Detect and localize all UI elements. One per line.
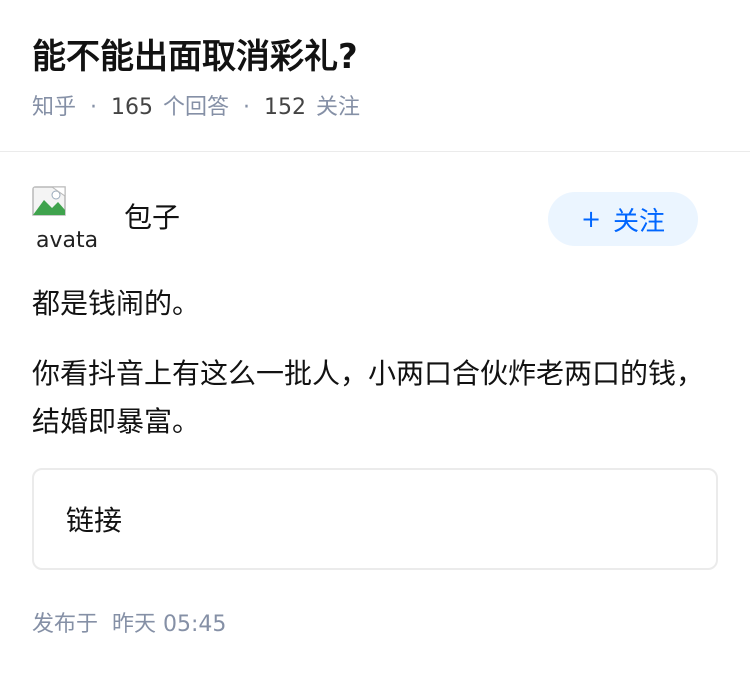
- publish-label: 发布于: [32, 612, 99, 637]
- author-name[interactable]: 包子: [124, 200, 180, 236]
- source-label[interactable]: 知乎: [32, 92, 76, 124]
- author-row: avatar 包子 + 关注: [32, 186, 718, 270]
- avatar[interactable]: avatar: [32, 186, 100, 254]
- publish-time: 昨天 05:45: [112, 612, 227, 637]
- question-header: 能不能出面取消彩礼? 知乎 · 165 个回答 · 152 关注: [0, 0, 750, 152]
- answer-paragraph: 都是钱闹的。: [32, 287, 201, 320]
- broken-image-icon: [32, 186, 66, 216]
- question-title[interactable]: 能不能出面取消彩礼?: [32, 34, 718, 80]
- answer-paragraph: 你看抖音上有这么一批人，小两口合伙炸老两口的钱，结婚即暴富。: [32, 357, 705, 438]
- meta-separator: ·: [90, 95, 98, 120]
- answer-count-label: 个回答: [163, 95, 230, 120]
- meta-separator: ·: [243, 95, 251, 120]
- follower-count-label: 关注: [316, 95, 361, 120]
- link-card[interactable]: 链接: [32, 468, 718, 570]
- plus-icon: +: [580, 205, 602, 233]
- follower-count: 152: [264, 95, 307, 120]
- follow-button-label: 关注: [613, 206, 666, 237]
- publish-meta: 发布于 昨天 05:45: [32, 606, 718, 638]
- link-card-label: 链接: [66, 504, 123, 537]
- answer-count: 165: [111, 95, 154, 120]
- follow-button[interactable]: + 关注: [548, 192, 698, 246]
- avatar-alt-text: avatar: [36, 228, 100, 253]
- answer-content: 都是钱闹的。 你看抖音上有这么一批人，小两口合伙炸老两口的钱，结婚即暴富。: [32, 280, 718, 446]
- answer: avatar 包子 + 关注 都是钱闹的。 你看抖音上有这么一批人，小两口合伙炸…: [0, 186, 750, 638]
- zhihu-answer-page: 能不能出面取消彩礼? 知乎 · 165 个回答 · 152 关注 avatar …: [0, 0, 750, 700]
- question-meta: 知乎 · 165 个回答 · 152 关注: [32, 92, 718, 124]
